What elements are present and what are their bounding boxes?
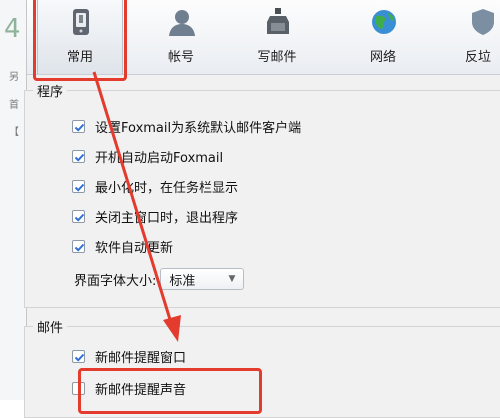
option-label: 软件自动更新 — [95, 240, 174, 256]
option-new-mail-popup[interactable]: 新邮件提醒窗口 — [72, 346, 186, 366]
user-icon — [169, 10, 195, 36]
font-size-label: 界面字体大小: — [74, 273, 157, 289]
background-digit: 4 — [4, 14, 21, 44]
group-title: 邮件 — [33, 317, 68, 336]
tab-account[interactable]: 帐号 — [139, 0, 223, 74]
chevron-down-icon: ▼ — [228, 274, 236, 284]
checkmark-icon — [74, 353, 85, 362]
checkbox[interactable] — [72, 149, 85, 163]
checkbox[interactable] — [72, 239, 85, 253]
font-size-row: 界面字体大小: 标准 ▼ — [74, 268, 245, 290]
option-new-mail-sound[interactable]: 新邮件提醒声音 — [72, 378, 186, 398]
background-char: 【 — [9, 127, 19, 138]
tab-network[interactable]: 网络 — [341, 0, 425, 74]
tab-label: 写邮件 — [257, 50, 297, 65]
shield-icon — [472, 9, 494, 35]
tab-antispam[interactable]: 反垃 — [443, 0, 500, 74]
tab-general[interactable]: 常用 — [37, 0, 123, 74]
globe-icon — [372, 10, 396, 34]
option-label: 关闭主窗口时，退出程序 — [95, 210, 239, 226]
option-label: 新邮件提醒声音 — [95, 382, 187, 398]
checkbox[interactable] — [72, 119, 85, 133]
option-auto-update[interactable]: 软件自动更新 — [72, 236, 173, 256]
option-label: 新邮件提醒窗口 — [95, 350, 187, 366]
group-title: 程序 — [33, 81, 68, 100]
option-label: 设置Foxmail为系统默认邮件客户端 — [95, 120, 302, 136]
option-close-exit[interactable]: 关闭主窗口时，退出程序 — [72, 206, 238, 226]
background-app-strip: 4 另 首 【 — [0, 0, 26, 400]
checkbox[interactable] — [72, 179, 85, 193]
checkmark-icon — [74, 123, 85, 132]
option-label: 开机自动启动Foxmail — [95, 150, 224, 166]
checkbox[interactable] — [72, 381, 85, 395]
checkbox[interactable] — [72, 349, 85, 363]
settings-toolbar: 常用 帐号 写邮件 网络 反垃 — [27, 0, 500, 75]
phone-icon — [73, 9, 89, 35]
checkmark-icon — [74, 213, 85, 222]
tab-label: 反垃 — [465, 50, 492, 65]
ink-bottle-icon — [267, 8, 289, 34]
option-minimize-taskbar[interactable]: 最小化时，在任务栏显示 — [72, 176, 238, 196]
tab-label: 帐号 — [167, 50, 194, 65]
tab-label: 网络 — [369, 50, 396, 65]
mail-group: 邮件 — [24, 317, 500, 418]
checkmark-icon — [74, 183, 85, 192]
checkmark-icon — [74, 243, 85, 252]
checkmark-icon — [74, 153, 85, 162]
checkbox[interactable] — [72, 209, 85, 223]
font-size-select[interactable]: 标准 ▼ — [160, 268, 245, 290]
option-auto-start[interactable]: 开机自动启动Foxmail — [72, 146, 223, 166]
option-label: 最小化时，在任务栏显示 — [95, 180, 239, 196]
background-char: 首 — [9, 100, 19, 111]
tab-label: 常用 — [66, 50, 93, 65]
select-value: 标准 — [169, 273, 196, 289]
tab-compose[interactable]: 写邮件 — [235, 0, 319, 74]
option-default-client[interactable]: 设置Foxmail为系统默认邮件客户端 — [72, 116, 301, 136]
background-char: 另 — [9, 72, 19, 83]
